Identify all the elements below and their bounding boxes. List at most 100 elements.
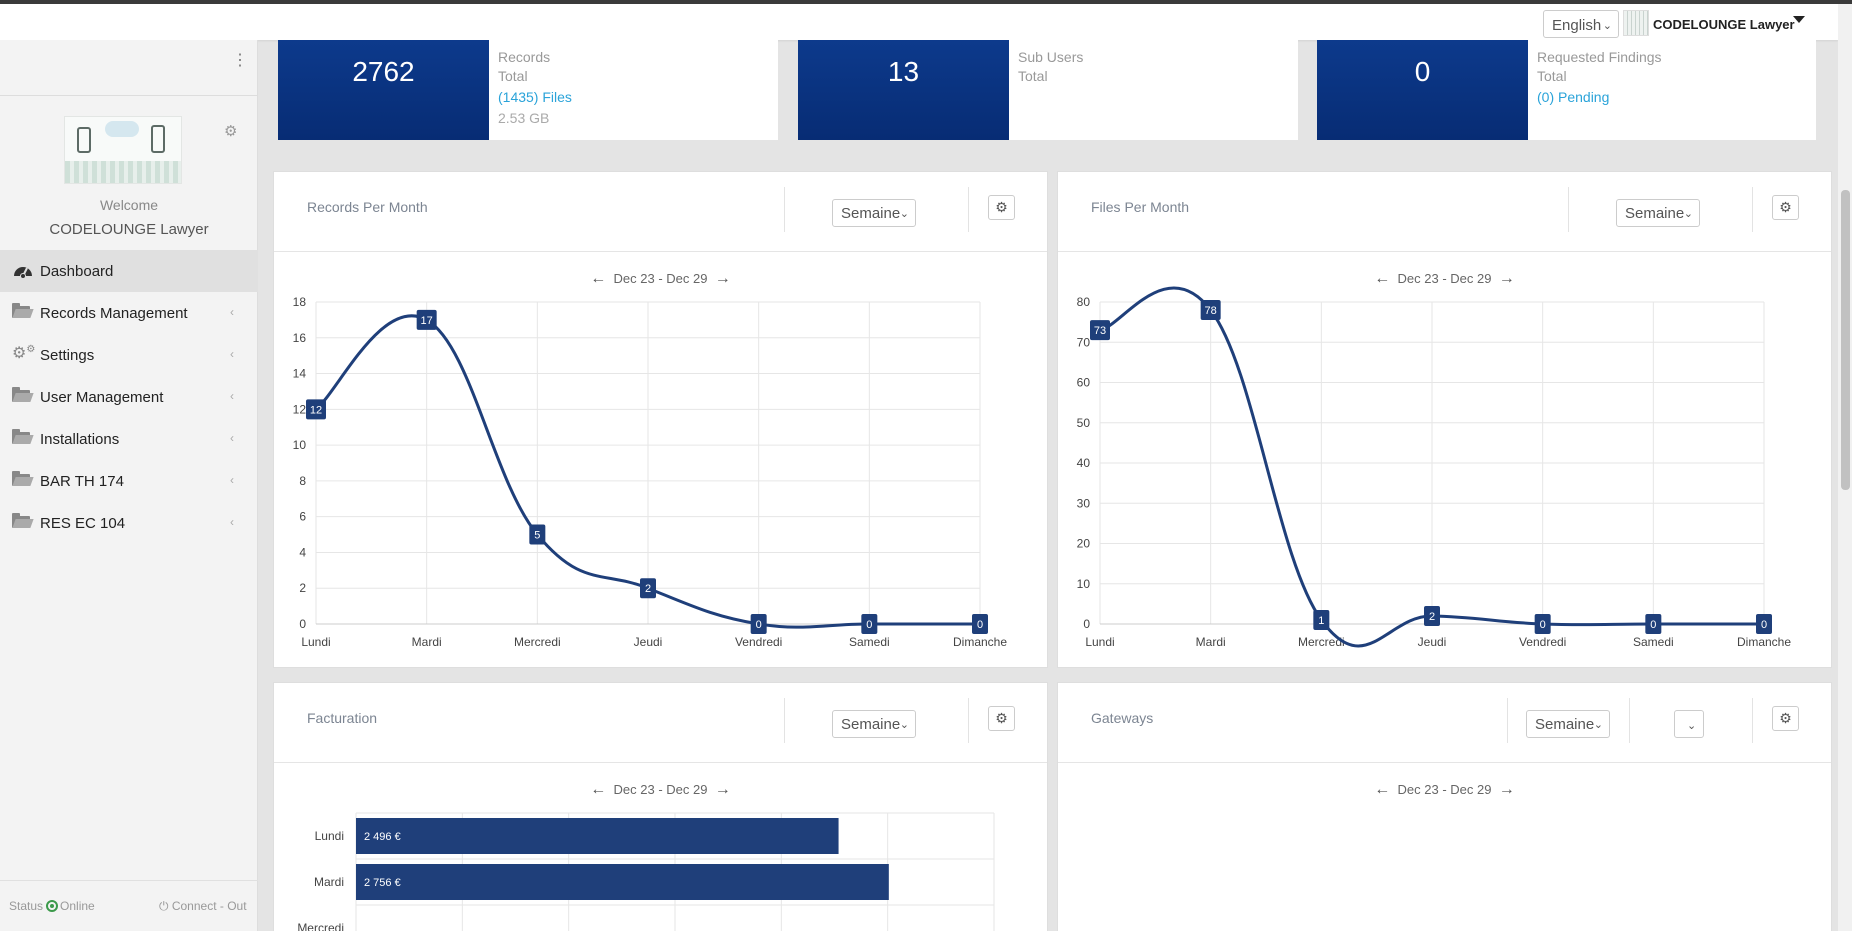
sidebar-item-label: Records Management [40,305,188,322]
stat-card-records: 2762 Records Total (1435) Files 2.53 GB [278,40,778,140]
folder-open-icon [12,303,34,323]
chevron-left-icon: ‹ [230,389,234,403]
panel-header-divider [1058,762,1831,763]
sidebar-item-label: Settings [40,347,95,364]
power-icon: ⏻ [159,899,172,913]
gateway-select[interactable]: ⌄ [1674,710,1704,738]
sidebar-item-bar-th-174[interactable]: BAR TH 174 ‹ [0,460,258,502]
logout-label: Connect - Out [171,899,247,913]
y-tick-label: 30 [1077,496,1091,510]
stat-value: 0 [1414,56,1431,87]
stat-sublabel: Total [1537,68,1567,84]
panel-divider [1507,698,1508,743]
chevron-left-icon: ‹ [230,305,234,319]
sidebar-item-installations[interactable]: Installations ‹ [0,418,258,460]
cloud-shape [105,121,139,137]
phone-shape [77,127,91,153]
y-tick-label: Mercredi [297,921,344,931]
files-per-month-panel: Files Per Month Semaine ⌄ ⚙ ← Dec 23 - De… [1057,171,1832,668]
chevron-down-icon: ⌄ [1602,20,1612,32]
date-range: Dec 23 - Dec 29 [1397,782,1492,797]
status-value: Online [60,899,95,913]
pending-link[interactable]: (0) Pending [1537,89,1609,105]
files-line-chart: 01020304050607080Lundi Mardi Mercredi Jeudi… [1077,286,1791,649]
sidebar-item-res-ec-104[interactable]: RES EC 104 ‹ [0,502,258,544]
data-label: 0 [756,619,762,631]
sidebar-item-label: Installations [40,431,120,448]
y-tick-label: 0 [1083,617,1090,631]
storage-size: 2.53 GB [498,110,550,126]
stat-label: Records [498,49,551,65]
language-select-value: English [1552,17,1602,34]
welcome-text: Welcome [99,197,159,213]
cogs-icon: ⚙⚙ [12,344,36,362]
y-tick-label: 40 [1077,456,1091,470]
x-tick-label: Vendredi [1519,635,1566,649]
chevron-left-icon: ‹ [230,473,234,487]
y-tick-label: 18 [293,295,307,309]
stat-sublabel: Total [1018,68,1048,84]
data-label: 78 [1205,305,1217,317]
caret-down-icon[interactable] [1793,16,1805,23]
panel-settings-button[interactable]: ⚙ [1772,706,1799,731]
x-tick-label: Mardi [1196,635,1226,649]
user-menu-name[interactable]: CODELOUNGE Lawyer [1653,17,1795,32]
sidebar-item-label: BAR TH 174 [40,473,124,490]
gear-icon[interactable]: ⚙ [224,122,237,140]
user-avatar[interactable] [1623,10,1649,36]
period-select[interactable]: Semaine ⌄ [1526,710,1610,738]
status-indicator: Status Online [9,899,95,913]
x-tick-label: Lundi [1085,635,1114,649]
sidebar-item-records-management[interactable]: Records Management ‹ [0,292,258,334]
y-tick-label: 16 [293,331,307,345]
arrow-right-icon[interactable]: → [1499,781,1515,798]
sidebar-item-label: RES EC 104 [40,515,126,532]
data-label: 73 [1094,325,1106,337]
sidebar-item-settings[interactable]: ⚙⚙ Settings ‹ [0,334,258,376]
sidebar-item-dashboard[interactable]: Dashboard [0,250,258,292]
bar-label: 2 756 € [364,877,401,889]
stat-tile: 2762 [278,40,489,140]
gateways-panel: Gateways Semaine ⌄ ⌄ ⚙ ← Dec 23 - Dec 29 … [1057,682,1832,931]
x-tick-label: Vendredi [735,635,782,649]
bar-label: 2 496 € [364,831,401,843]
gear-icon: ⚙ [1779,710,1792,726]
data-label: 5 [534,530,540,542]
x-tick-label: Mercredi [514,635,561,649]
y-tick-label: Mardi [314,875,344,889]
page-scrollbar-thumb[interactable] [1841,190,1850,490]
data-label: 1 [1318,615,1324,627]
data-label: 2 [645,583,651,595]
language-select[interactable]: English ⌄ [1543,10,1619,38]
folder-open-icon [12,387,34,407]
files-link[interactable]: (1435) Files [498,89,572,105]
folder-open-icon [12,429,34,449]
y-tick-label: 10 [1077,577,1091,591]
data-label: 0 [866,619,872,631]
company-logo [64,116,182,184]
stat-label: Sub Users [1018,49,1084,65]
sidebar-item-user-management[interactable]: User Management ‹ [0,376,258,418]
y-tick-label: 60 [1077,376,1091,390]
y-tick-label: 12 [293,402,307,416]
more-vertical-icon[interactable]: ⋮ [232,50,248,70]
chevron-down-icon: ⌄ [1687,720,1697,732]
sidebar-item-label: User Management [40,389,164,406]
panel-divider [1752,698,1753,743]
chevron-down-icon: ⌄ [1593,719,1603,731]
sidebar-item-label: Dashboard [40,263,114,280]
y-tick-label: 50 [1077,416,1091,430]
panel-title: Gateways [1091,710,1154,726]
stat-card-findings: 0 Requested Findings Total (0) Pending [1317,40,1816,140]
arrow-left-icon[interactable]: ← [1374,781,1390,798]
city-shape [65,161,181,183]
period-select-value: Semaine [1535,716,1595,733]
y-tick-label: 6 [299,510,306,524]
sidebar-footer: Status Online ⏻ Connect - Out [0,880,258,931]
chevron-left-icon: ‹ [230,515,234,529]
records-per-month-panel: Records Per Month Semaine ⌄ ⚙ ← Dec 23 - … [273,171,1048,668]
chevron-left-icon: ‹ [230,347,234,361]
logout-button[interactable]: ⏻ Connect - Out [159,899,247,914]
x-tick-label: Dimanche [953,635,1007,649]
date-range-nav: ← Dec 23 - Dec 29 → [1058,781,1831,799]
